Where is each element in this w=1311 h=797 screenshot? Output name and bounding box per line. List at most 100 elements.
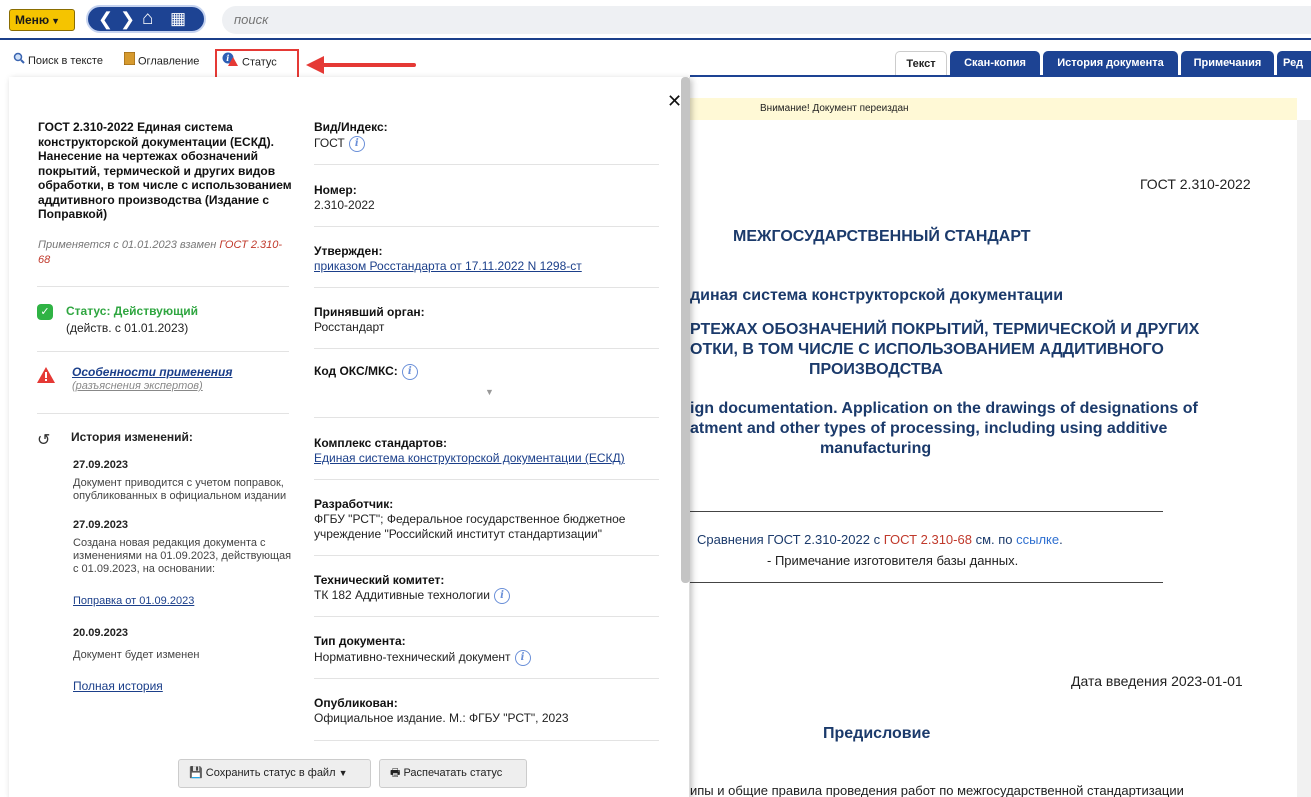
intro-date: Дата введения 2023-01-01	[1071, 673, 1243, 689]
preface-heading: Предисловие	[823, 725, 931, 742]
search-input[interactable]	[222, 6, 622, 33]
status-title: Статус: Действующий	[66, 304, 198, 318]
developer-value-line-1: ФГБУ "РСТ"; Федеральное государственное …	[314, 512, 626, 526]
tab-history[interactable]: История документа	[1043, 51, 1178, 76]
info-icon[interactable]: i	[514, 650, 531, 666]
doc-en-line-3: manufacturing	[820, 440, 932, 457]
comparison-link[interactable]: ссылке	[1016, 532, 1059, 547]
history-date: 27.09.2023	[73, 459, 129, 471]
separator	[314, 616, 659, 617]
red-arrow-annotation	[306, 56, 416, 74]
comparison-end: .	[1059, 532, 1063, 547]
approved-value: приказом Росстандарта от 17.11.2022 N 12…	[314, 259, 582, 274]
divider-top	[690, 511, 1163, 512]
comparison-gost-link[interactable]: ГОСТ 2.310-68	[884, 532, 972, 547]
published-label: Опубликован:	[314, 696, 398, 710]
approved-label: Утвержден:	[314, 244, 383, 258]
developer-value-line-2: учреждение "Российский институт стандарт…	[314, 527, 602, 541]
tab-editions[interactable]: Ред	[1277, 51, 1311, 76]
separator	[314, 740, 659, 741]
separator	[314, 479, 659, 480]
committee-label: Технический комитет:	[314, 573, 445, 587]
separator	[314, 164, 659, 165]
tab-text[interactable]: Текст	[895, 51, 947, 76]
status-subtitle: (действ. с 01.01.2023)	[66, 321, 189, 335]
comparison-line: Сравнения ГОСТ 2.310-2022 с ГОСТ 2.310-6…	[697, 532, 1063, 547]
doctype-label: Тип документа:	[314, 634, 406, 648]
body-value: Росстандарт	[314, 320, 385, 334]
grid-icon[interactable]: ▦	[170, 8, 186, 30]
info-icon[interactable]: i	[493, 588, 510, 604]
applies-text: Применяется с 01.01.2023 взамен	[38, 239, 220, 251]
magnifier-icon	[13, 52, 25, 70]
history-date: 27.09.2023	[73, 519, 129, 531]
oks-label: Код ОКС/МКС:	[314, 364, 398, 379]
doc-title-line-1: диная система конструкторской документац…	[690, 287, 1064, 304]
forward-icon[interactable]: ❯	[120, 8, 135, 30]
warning-triangle-icon	[37, 367, 55, 383]
menu-label: Меню	[15, 13, 50, 27]
top-bar-border	[0, 38, 1311, 40]
committee-value-row: ТК 182 Аддитивные технологии i	[314, 588, 510, 604]
history-title: История изменений:	[71, 430, 193, 444]
home-icon[interactable]: ⌂	[142, 8, 153, 30]
panel-scrollbar[interactable]	[681, 77, 690, 583]
document-view: ГОСТ 2.310-2022 МЕЖГОСУДАРСТВЕННЫЙ СТАНД…	[690, 120, 1297, 797]
floppy-icon: 💾	[189, 767, 203, 779]
doc-title-line-2: РТЕЖАХ ОБОЗНАЧЕНИЙ ПОКРЫТИЙ, ТЕРМИЧЕСКОЙ…	[690, 321, 1200, 338]
complex-label: Комплекс стандартов:	[314, 436, 447, 450]
info-icon[interactable]: i	[348, 136, 365, 152]
db-note: - Примечание изготовителя базы данных.	[767, 553, 1019, 568]
warning-text: Внимание! Документ переиздан	[760, 103, 909, 114]
expand-chevron-icon[interactable]: ▼	[485, 387, 494, 397]
approved-order-link[interactable]: приказом Росстандарта от 17.11.2022 N 12…	[314, 259, 582, 273]
tabs-underline	[690, 75, 1311, 77]
warning-bar: Внимание! Документ переиздан	[690, 98, 1297, 120]
caret-down-icon: ▼	[338, 768, 348, 778]
history-text: Документ будет изменен	[73, 649, 200, 661]
top-bar: Меню ▼ ❮ ❯ ⌂ ▦	[0, 0, 1311, 40]
doc-en-line-1: ign documentation. Application on the dr…	[690, 400, 1198, 417]
doc-title-line-3: ОТКИ, В ТОМ ЧИСЛЕ С ИСПОЛЬЗОВАНИЕМ АДДИТ…	[690, 341, 1164, 358]
doc-title-line-4: ПРОИЗВОДСТВА	[809, 361, 943, 378]
print-status-button[interactable]: 🖶 Распечатать статус	[379, 759, 527, 788]
eskd-link[interactable]: Единая система конструкторской документа…	[314, 451, 625, 465]
search-bar	[222, 6, 1311, 34]
full-history-link[interactable]: Полная история	[73, 679, 163, 693]
menu-button[interactable]: Меню ▼	[9, 9, 75, 31]
save-status-button[interactable]: 💾 Сохранить статус в файл ▼	[178, 759, 371, 788]
type-value-row: ГОСТ i	[314, 136, 365, 152]
doctype-value-row: Нормативно-технический документ i	[314, 650, 531, 666]
separator	[37, 286, 289, 287]
contents-button[interactable]: Оглавление	[123, 51, 199, 71]
back-icon[interactable]: ❮	[98, 8, 113, 30]
close-icon[interactable]: ✕	[667, 92, 682, 110]
document-scrollbar[interactable]	[1297, 120, 1311, 797]
comparison-text: Сравнения ГОСТ 2.310-2022 с	[697, 532, 884, 547]
save-status-label: Сохранить статус в файл	[205, 767, 336, 779]
info-icon[interactable]: i	[401, 364, 418, 380]
print-status-label: Распечатать статус	[403, 767, 503, 779]
separator	[314, 417, 659, 418]
tab-notes[interactable]: Примечания	[1181, 51, 1274, 76]
doctype-value: Нормативно-технический документ	[314, 650, 511, 665]
divider-bottom	[690, 582, 1163, 583]
features-sub-link[interactable]: (разъяснения экспертов)	[72, 380, 203, 392]
amendment-link[interactable]: Поправка от 01.09.2023	[73, 595, 194, 607]
complex-value: Единая система конструкторской документа…	[314, 451, 625, 466]
search-in-text-button[interactable]: Поиск в тексте	[13, 52, 103, 70]
history-text: Документ приводится с учетом поправок, о…	[73, 477, 287, 502]
separator	[314, 226, 659, 227]
separator	[314, 348, 659, 349]
type-value: ГОСТ	[314, 136, 345, 151]
oks-label-row: Код ОКС/МКС: i	[314, 364, 418, 380]
developer-label: Разработчик:	[314, 497, 394, 511]
applies-line: Применяется с 01.01.2023 взамен ГОСТ 2.3…	[38, 238, 288, 268]
features-link[interactable]: Особенности применения	[72, 365, 232, 379]
number-label: Номер:	[314, 183, 357, 197]
body-label: Принявший орган:	[314, 305, 425, 319]
published-value: Официальное издание. М.: ФГБУ "РСТ", 202…	[314, 711, 569, 725]
doc-header: МЕЖГОСУДАРСТВЕННЫЙ СТАНДАРТ	[733, 228, 1031, 245]
tab-scan[interactable]: Скан-копия	[950, 51, 1040, 76]
history-date: 20.09.2023	[73, 627, 129, 639]
